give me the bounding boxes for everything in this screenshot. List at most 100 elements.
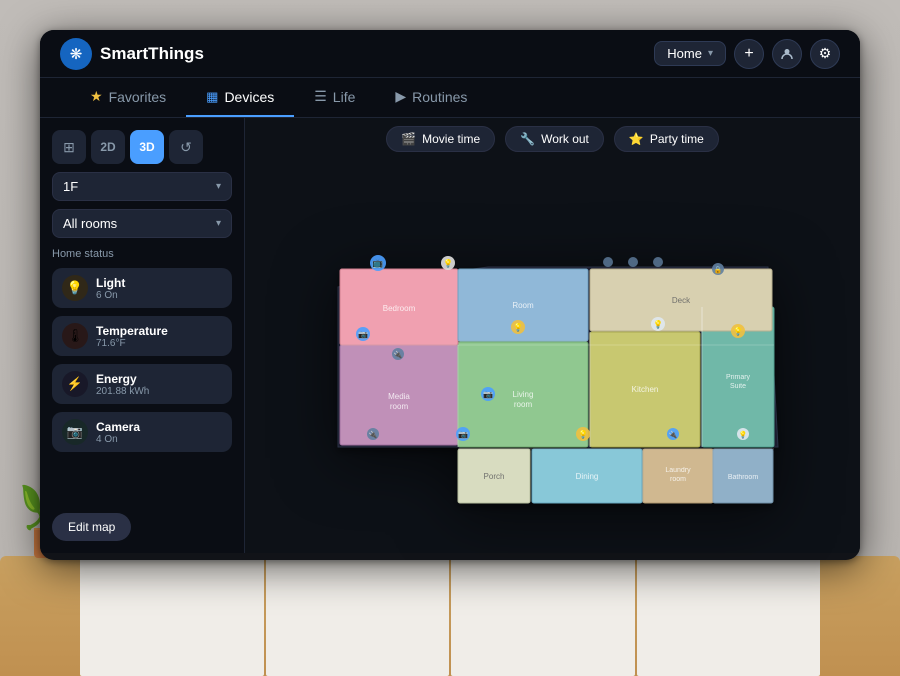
life-icon: ☰ bbox=[314, 88, 327, 105]
status-card-camera[interactable]: 📷 Camera 4 On bbox=[52, 412, 232, 452]
add-button[interactable]: + bbox=[734, 39, 764, 69]
camera-icon: 📷 bbox=[62, 419, 88, 445]
floor-value: 1F bbox=[63, 179, 78, 194]
energy-info: Energy 201.88 kWh bbox=[96, 372, 149, 397]
main-content: ⊞ 2D 3D ↺ 1F ▾ All rooms ▾ Home status bbox=[40, 118, 860, 553]
svg-text:Laundry: Laundry bbox=[665, 467, 691, 474]
energy-icon: ⚡ bbox=[62, 371, 88, 397]
tab-routines-label: Routines bbox=[412, 89, 467, 105]
svg-text:Room: Room bbox=[512, 301, 534, 310]
temp-value: 71.6°F bbox=[96, 338, 168, 349]
view-controls: ⊞ 2D 3D ↺ bbox=[52, 130, 232, 164]
header-actions: Home ▾ + ⚙ bbox=[654, 39, 840, 69]
svg-text:📷: 📷 bbox=[483, 390, 493, 399]
status-card-temp[interactable]: 🌡 Temperature 71.6°F bbox=[52, 316, 232, 356]
home-label: Home bbox=[667, 46, 702, 61]
history-view-button[interactable]: ↺ bbox=[169, 130, 203, 164]
map-area: 🎬 Movie time 🔧 Work out ⭐ Party time bbox=[245, 118, 860, 553]
tab-routines[interactable]: ▶ Routines bbox=[375, 78, 487, 117]
svg-text:📺: 📺 bbox=[372, 258, 383, 268]
header: ❋ SmartThings Home ▾ + ⚙ bbox=[40, 30, 860, 78]
party-icon: ⭐ bbox=[629, 132, 644, 146]
light-info: Light 6 On bbox=[96, 276, 125, 301]
svg-text:Deck: Deck bbox=[671, 296, 690, 305]
svg-text:💡: 💡 bbox=[738, 430, 747, 439]
floor-plan-container: Media room Living room Kitchen bbox=[245, 160, 860, 553]
party-label: Party time bbox=[650, 132, 704, 146]
movie-icon: 🎬 bbox=[401, 132, 416, 146]
light-label: Light bbox=[96, 276, 125, 290]
tab-devices[interactable]: ▦ Devices bbox=[186, 78, 294, 117]
tab-favorites[interactable]: ★ Favorites bbox=[70, 78, 186, 117]
svg-text:🔒: 🔒 bbox=[713, 266, 722, 274]
edit-map-button[interactable]: Edit map bbox=[52, 513, 131, 541]
status-card-light[interactable]: 💡 Light 6 On bbox=[52, 268, 232, 308]
2d-view-button[interactable]: 2D bbox=[91, 130, 125, 164]
camera-info: Camera 4 On bbox=[96, 420, 140, 445]
settings-button[interactable]: ⚙ bbox=[810, 39, 840, 69]
svg-text:💡: 💡 bbox=[733, 326, 743, 336]
room-dropdown-icon: ▾ bbox=[216, 218, 221, 229]
temp-icon: 🌡 bbox=[62, 323, 88, 349]
svg-text:Bathroom: Bathroom bbox=[727, 474, 758, 481]
svg-text:room: room bbox=[670, 476, 686, 483]
3d-view-button[interactable]: 3D bbox=[130, 130, 164, 164]
favorites-icon: ★ bbox=[90, 88, 103, 105]
grid-view-button[interactable]: ⊞ bbox=[52, 130, 86, 164]
svg-text:📷: 📷 bbox=[358, 330, 368, 339]
room-selector[interactable]: All rooms ▾ bbox=[52, 209, 232, 238]
energy-label: Energy bbox=[96, 372, 149, 386]
temp-label: Temperature bbox=[96, 324, 168, 338]
status-card-energy[interactable]: ⚡ Energy 201.88 kWh bbox=[52, 364, 232, 404]
svg-text:Dining: Dining bbox=[575, 472, 598, 481]
svg-text:Media: Media bbox=[388, 392, 410, 401]
floor-selector[interactable]: 1F ▾ bbox=[52, 172, 232, 201]
tab-favorites-label: Favorites bbox=[109, 89, 167, 105]
app-name: SmartThings bbox=[100, 44, 204, 64]
movie-time-button[interactable]: 🎬 Movie time bbox=[386, 126, 495, 152]
devices-icon: ▦ bbox=[206, 89, 218, 105]
camera-label: Camera bbox=[96, 420, 140, 434]
logo-icon: ❋ bbox=[60, 38, 92, 70]
logo-area: ❋ SmartThings bbox=[60, 38, 204, 70]
energy-value: 201.88 kWh bbox=[96, 386, 149, 397]
floor-plan-svg: Media room Living room Kitchen bbox=[288, 187, 818, 517]
home-status-title: Home status bbox=[52, 248, 232, 260]
tab-devices-label: Devices bbox=[224, 89, 274, 105]
svg-text:Porch: Porch bbox=[483, 472, 504, 481]
tab-life[interactable]: ☰ Life bbox=[294, 78, 375, 117]
home-dropdown-icon: ▾ bbox=[708, 48, 713, 59]
routines-icon: ▶ bbox=[395, 88, 406, 105]
svg-text:Kitchen: Kitchen bbox=[631, 385, 658, 394]
svg-text:💡: 💡 bbox=[443, 258, 453, 268]
home-selector[interactable]: Home ▾ bbox=[654, 41, 726, 66]
camera-value: 4 On bbox=[96, 434, 140, 445]
tab-life-label: Life bbox=[333, 89, 356, 105]
profile-button[interactable] bbox=[772, 39, 802, 69]
tv-frame: ❋ SmartThings Home ▾ + ⚙ bbox=[40, 30, 860, 560]
light-icon: 💡 bbox=[62, 275, 88, 301]
sidebar: ⊞ 2D 3D ↺ 1F ▾ All rooms ▾ Home status bbox=[40, 118, 245, 553]
svg-text:🔌: 🔌 bbox=[668, 430, 677, 439]
svg-text:📷: 📷 bbox=[458, 430, 468, 439]
nav-tabs: ★ Favorites ▦ Devices ☰ Life ▶ Routines bbox=[40, 78, 860, 118]
svg-text:Bedroom: Bedroom bbox=[382, 304, 415, 313]
floor-plan: Media room Living room Kitchen bbox=[288, 187, 818, 517]
room-value: All rooms bbox=[63, 216, 117, 231]
movie-label: Movie time bbox=[422, 132, 480, 146]
floor-dropdown-icon: ▾ bbox=[216, 181, 221, 192]
svg-text:💡: 💡 bbox=[653, 319, 663, 329]
workout-button[interactable]: 🔧 Work out bbox=[505, 126, 604, 152]
svg-text:Primary: Primary bbox=[725, 374, 750, 381]
profile-icon bbox=[780, 47, 794, 61]
svg-text:Suite: Suite bbox=[730, 383, 746, 390]
temp-info: Temperature 71.6°F bbox=[96, 324, 168, 349]
light-value: 6 On bbox=[96, 290, 125, 301]
scene-bar: 🎬 Movie time 🔧 Work out ⭐ Party time bbox=[245, 118, 860, 160]
svg-text:🔌: 🔌 bbox=[368, 430, 377, 439]
svg-text:🔌: 🔌 bbox=[393, 350, 402, 359]
svg-text:Living: Living bbox=[512, 390, 533, 399]
workout-icon: 🔧 bbox=[520, 132, 535, 146]
svg-text:💡: 💡 bbox=[578, 429, 588, 439]
party-time-button[interactable]: ⭐ Party time bbox=[614, 126, 719, 152]
